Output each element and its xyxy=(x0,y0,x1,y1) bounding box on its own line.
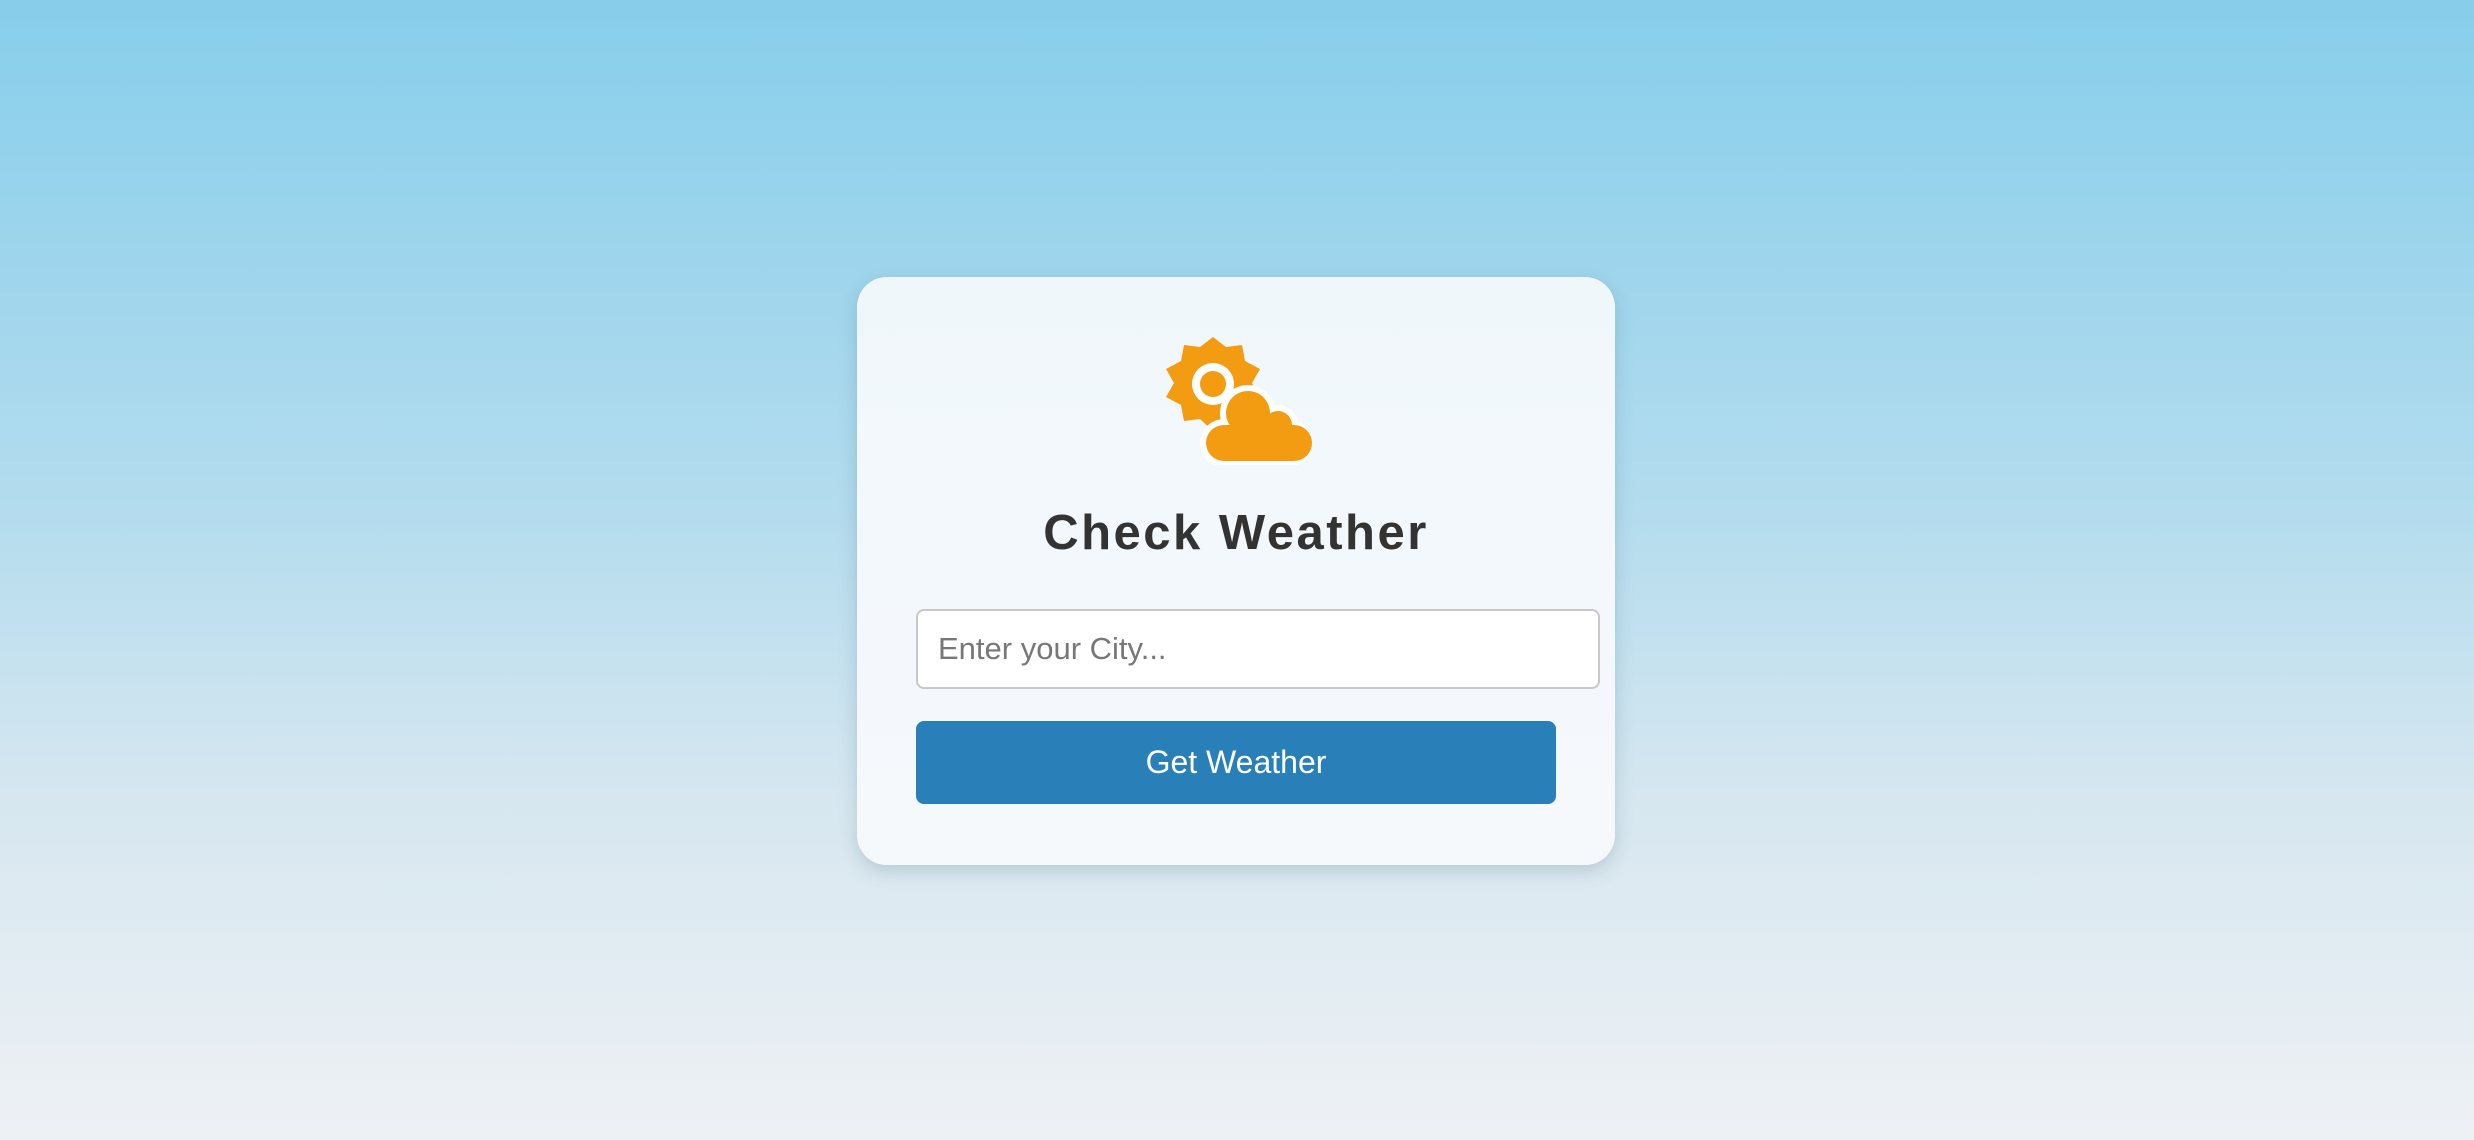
get-weather-button[interactable]: Get Weather xyxy=(916,721,1556,804)
weather-card: Check Weather Get Weather xyxy=(857,277,1615,865)
sun-behind-cloud-icon xyxy=(1166,337,1312,465)
page-title: Check Weather xyxy=(1043,506,1429,560)
city-search-input[interactable] xyxy=(916,609,1600,689)
